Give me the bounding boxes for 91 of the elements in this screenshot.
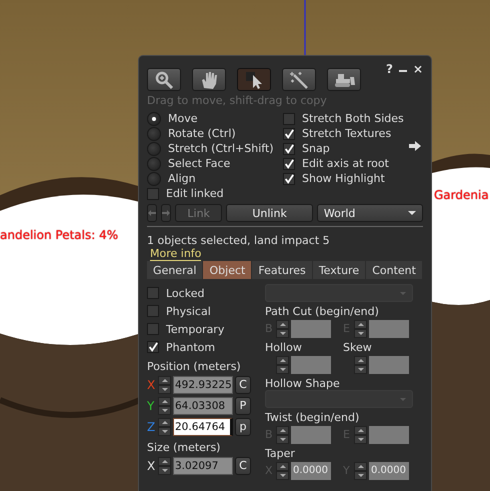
checkbox-label: Show Highlight <box>302 172 385 185</box>
cursor-icon <box>245 70 263 90</box>
spin-up-button[interactable] <box>354 462 367 470</box>
spin-up-button[interactable] <box>158 396 171 406</box>
checkmark-icon <box>148 341 158 353</box>
tool-button[interactable] <box>192 68 226 91</box>
object-label: Gardenia <box>434 188 489 202</box>
checkmark-icon <box>284 172 294 184</box>
checkbox-label: Temporary <box>166 322 224 336</box>
radio-label: Align <box>168 172 196 185</box>
checkbox-label: Locked <box>166 286 204 300</box>
section-label: Hollow Shape <box>265 377 341 390</box>
spin-up-button[interactable] <box>158 456 171 466</box>
arrow-left-icon <box>148 210 156 216</box>
object-label: andelion Petals: 4% <box>0 228 118 242</box>
help-button[interactable]: ? <box>386 62 393 76</box>
spin-up-button[interactable] <box>276 320 289 328</box>
checkbox[interactable] <box>283 142 295 154</box>
number-field[interactable]: 3.02097 <box>173 456 233 474</box>
checkbox[interactable] <box>283 158 295 170</box>
section-label: Twist (begin/end) <box>265 411 360 424</box>
number-field[interactable]: 64.03308 <box>173 396 233 414</box>
selection-info: 1 objects selected, land impact 5 <box>147 234 331 247</box>
hint-text: Drag to move, shift-drag to copy <box>147 94 328 107</box>
close-button[interactable]: × <box>412 62 423 76</box>
axis-label: Z <box>147 420 156 434</box>
tool-button[interactable] <box>237 68 271 91</box>
unlink-button[interactable]: Unlink <box>226 204 313 222</box>
checkbox-label: Stretch Both Sides <box>302 112 404 125</box>
radio-button[interactable] <box>147 172 161 186</box>
spin-up-button[interactable] <box>354 320 367 328</box>
number-field[interactable]: 20.64764 <box>173 418 233 436</box>
checkbox[interactable] <box>147 188 159 200</box>
wand-icon <box>289 70 309 90</box>
checkbox[interactable] <box>283 112 295 124</box>
copy-button[interactable]: C <box>235 376 251 394</box>
spin-up-button[interactable] <box>276 356 289 364</box>
checkbox[interactable] <box>147 323 159 335</box>
checkbox-label: Physical <box>166 304 211 318</box>
arrow-right-icon <box>409 141 421 151</box>
spin-up-button[interactable] <box>158 376 171 384</box>
section-label: Hollow <box>265 341 303 354</box>
spin-up-button[interactable] <box>354 426 367 434</box>
magnifier-icon <box>154 70 174 90</box>
checkbox-label: Edit axis at root <box>302 157 389 170</box>
checkbox-label: Snap <box>302 142 330 155</box>
spin-up-button[interactable] <box>276 462 289 470</box>
tool-button[interactable] <box>282 68 316 91</box>
checkbox[interactable] <box>147 341 159 353</box>
section-label: Taper <box>265 447 296 460</box>
spin-up-button[interactable] <box>158 418 171 426</box>
checkbox-label: Phantom <box>166 340 216 354</box>
radio-button[interactable] <box>147 156 161 170</box>
checkbox[interactable] <box>283 128 295 140</box>
radio-button[interactable] <box>147 142 161 156</box>
section-label: Skew <box>343 341 373 354</box>
radio-label: Stretch (Ctrl+Shift) <box>168 142 274 155</box>
reference-dropdown[interactable]: World <box>316 204 423 222</box>
checkbox-label: Edit linked <box>166 187 224 200</box>
copy-button[interactable]: p <box>235 418 251 436</box>
minimize-button[interactable] <box>398 70 407 72</box>
axis-label: Y <box>147 398 156 412</box>
checkmark-icon <box>284 158 294 170</box>
spin-up-button[interactable] <box>276 426 289 434</box>
checkmark-icon <box>284 128 294 140</box>
section-label: Size (meters) <box>147 441 222 455</box>
arrow-right-icon <box>162 210 170 216</box>
tab[interactable]: Object <box>203 261 252 279</box>
axis-label: X <box>147 378 156 392</box>
radio-label: Select Face <box>168 157 230 170</box>
number-field[interactable]: 492.93225 <box>173 376 233 394</box>
radio-label: Rotate (Ctrl) <box>168 127 236 140</box>
copy-button[interactable]: C <box>235 456 251 474</box>
section-label: Position (meters) <box>147 360 242 374</box>
tool-button[interactable] <box>147 68 181 91</box>
copy-button[interactable]: P <box>235 396 251 414</box>
previous-button[interactable] <box>147 204 157 222</box>
checkmark-icon <box>284 142 294 154</box>
spin-up-button[interactable] <box>354 356 367 364</box>
next-button[interactable] <box>161 204 171 222</box>
radio-button[interactable] <box>147 126 161 140</box>
checkbox[interactable] <box>147 305 159 317</box>
hand-icon <box>200 70 218 90</box>
checkbox[interactable] <box>147 287 159 299</box>
radio-button[interactable] <box>147 112 161 126</box>
section-label: Path Cut (begin/end) <box>265 305 380 318</box>
checkbox-label: Stretch Textures <box>302 127 392 140</box>
radio-label: Move <box>168 112 198 125</box>
axis-label: X <box>147 458 156 472</box>
tool-button[interactable] <box>327 68 361 91</box>
checkbox[interactable] <box>283 172 295 184</box>
